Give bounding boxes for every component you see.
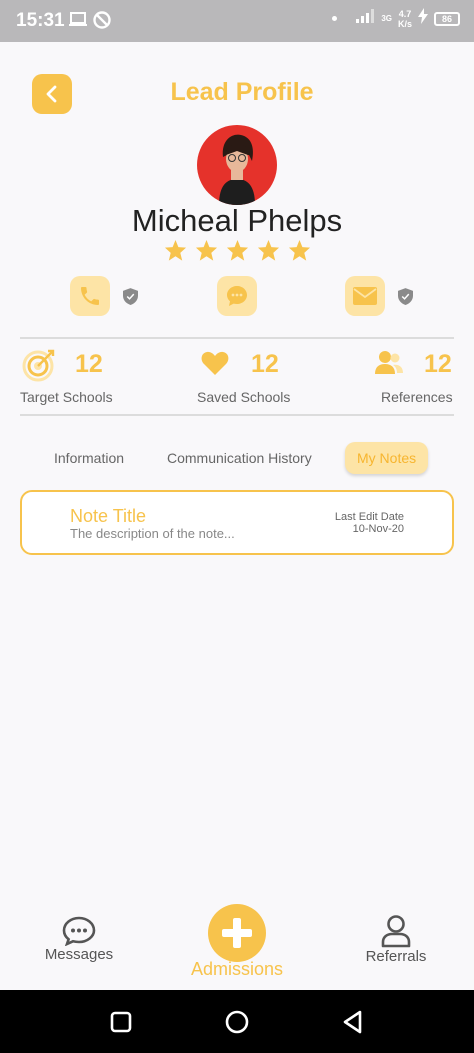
phone-icon — [81, 287, 99, 305]
star-icon — [257, 239, 280, 261]
rating-stars — [164, 239, 311, 262]
back-nav-icon[interactable] — [342, 1010, 364, 1034]
email-button[interactable] — [345, 276, 385, 316]
nav-referrals[interactable]: Referrals — [356, 914, 436, 965]
chat-button[interactable] — [217, 276, 257, 316]
nav-referrals-label: Referrals — [365, 948, 427, 965]
laptop-icon — [68, 11, 88, 32]
target-schools-count: 12 — [75, 350, 103, 378]
nav-messages[interactable]: Messages — [38, 916, 120, 963]
star-icon — [164, 239, 187, 261]
admissions-button[interactable] — [208, 904, 266, 962]
net-speed-unit: K/s — [397, 18, 412, 29]
saved-schools-label: Saved Schools — [197, 389, 291, 405]
system-nav-bar — [0, 990, 474, 1053]
divider — [20, 337, 454, 339]
page-title: Lead Profile — [170, 78, 314, 106]
dot-icon — [332, 16, 338, 21]
status-icons: 3G 4.7 K/s 86 — [332, 8, 460, 29]
note-date: 10-Nov-20 — [352, 523, 404, 535]
home-icon[interactable] — [225, 1010, 249, 1034]
avatar — [197, 125, 277, 205]
target-schools-label: Target Schools — [20, 389, 113, 405]
references-count: 12 — [424, 350, 452, 378]
status-bar: 15:31 3G 4.7 K/s 86 — [0, 0, 474, 42]
note-description: The description of the note... — [70, 526, 235, 541]
user-icon — [381, 915, 411, 948]
tab-my-notes[interactable]: My Notes — [345, 442, 429, 474]
call-button[interactable] — [70, 276, 110, 316]
saved-schools-count: 12 — [251, 350, 279, 378]
heart-icon — [201, 351, 229, 375]
target-icon — [22, 349, 55, 382]
battery-level: 86 — [434, 11, 460, 26]
network-type: 3G — [381, 13, 392, 23]
charging-icon — [418, 8, 428, 29]
plus-icon — [222, 918, 252, 948]
references-label: References — [381, 389, 453, 405]
note-date-label: Last Edit Date — [334, 511, 404, 523]
net-speed-value: 4.7 — [398, 8, 412, 19]
people-icon — [375, 351, 403, 374]
profile-name: Micheal Phelps — [131, 203, 343, 238]
star-icon — [288, 239, 311, 261]
note-title: Note Title — [70, 506, 147, 526]
chat-bubble-icon — [62, 916, 96, 946]
net-speed: 4.7 K/s — [398, 9, 412, 29]
star-icon — [226, 239, 249, 261]
star-icon — [195, 239, 218, 261]
divider — [20, 414, 454, 416]
tab-communication-history[interactable]: Communication History — [167, 442, 312, 474]
verified-shield-icon — [398, 288, 413, 305]
no-disturb-icon — [93, 11, 111, 34]
tab-information[interactable]: Information — [54, 442, 124, 474]
mail-icon — [353, 287, 377, 305]
status-time: 15:31 — [16, 10, 65, 31]
note-card[interactable]: Note Title The description of the note..… — [20, 490, 454, 555]
chat-icon — [227, 286, 247, 306]
signal-icon — [355, 8, 375, 29]
verified-shield-icon — [123, 288, 138, 305]
recents-icon[interactable] — [110, 1011, 132, 1033]
